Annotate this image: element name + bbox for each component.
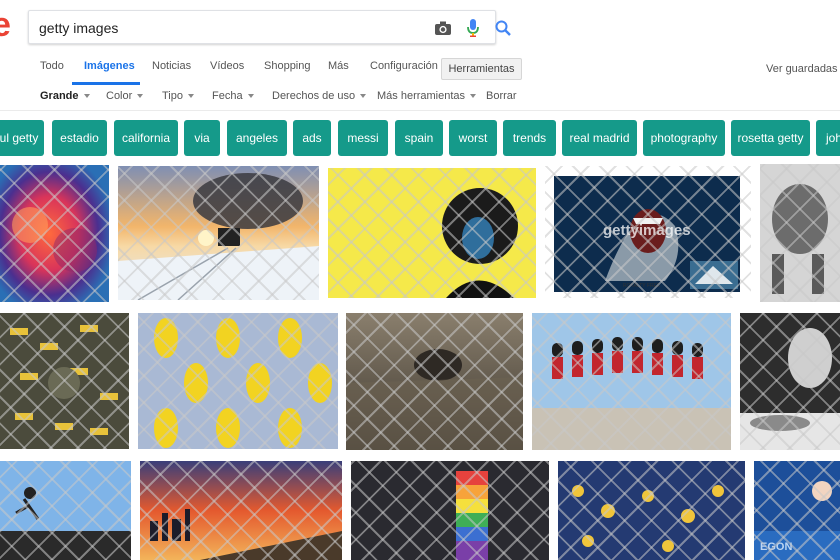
image-result-color-explosion[interactable] bbox=[0, 165, 109, 302]
tab-mas[interactable]: Más bbox=[328, 60, 349, 72]
tab-configuracion[interactable]: Configuración bbox=[370, 60, 438, 72]
watermark: gettyimages bbox=[603, 222, 691, 239]
mic-icon[interactable] bbox=[463, 18, 483, 38]
tab-todo[interactable]: Todo bbox=[40, 60, 64, 72]
chip-via[interactable]: via bbox=[184, 120, 220, 156]
chip-angeles[interactable]: angeles bbox=[227, 120, 287, 156]
image-result-tennis[interactable]: EGON bbox=[754, 461, 840, 560]
search-box bbox=[28, 10, 511, 44]
chip-worst[interactable]: worst bbox=[449, 120, 497, 156]
image-result-sepia-swimmer[interactable] bbox=[346, 313, 523, 450]
image-result-shark[interactable]: gettyimages ROYALTY FREE bbox=[545, 166, 751, 298]
related-searches-chips: ul getty estadio california via angeles … bbox=[0, 120, 840, 158]
chip-real-madrid[interactable]: real madrid bbox=[562, 120, 637, 156]
image-result-boxing-match[interactable] bbox=[740, 313, 840, 450]
image-result-woman-afro-yellow[interactable] bbox=[328, 168, 536, 298]
active-tab-indicator bbox=[72, 82, 140, 85]
filter-type[interactable]: Tipo bbox=[162, 90, 194, 102]
tab-shopping[interactable]: Shopping bbox=[264, 60, 311, 72]
google-logo-fragment[interactable]: e bbox=[0, 12, 16, 42]
chip-ads[interactable]: ads bbox=[293, 120, 331, 156]
image-result-bananas-pattern[interactable] bbox=[138, 313, 338, 449]
image-result-city-sunset[interactable] bbox=[140, 461, 342, 560]
image-result-traffic-aerial[interactable] bbox=[0, 313, 129, 449]
filter-color[interactable]: Color bbox=[106, 90, 144, 102]
chip-ul-getty[interactable]: ul getty bbox=[0, 120, 44, 156]
camera-icon[interactable] bbox=[433, 18, 453, 38]
search-input[interactable] bbox=[39, 17, 379, 39]
image-result-stadium-crowd[interactable] bbox=[558, 461, 745, 560]
chevron-down-icon bbox=[83, 94, 90, 99]
image-result-jumping-person[interactable] bbox=[0, 461, 131, 560]
chip-trends[interactable]: trends bbox=[503, 120, 556, 156]
chevron-down-icon bbox=[188, 94, 194, 99]
chevron-down-icon bbox=[247, 94, 254, 99]
image-result-vintage-boxing[interactable] bbox=[760, 164, 840, 302]
filter-usage-rights[interactable]: Derechos de uso bbox=[272, 90, 367, 102]
filter-more-tools[interactable]: Más herramientas bbox=[377, 90, 477, 102]
filter-date[interactable]: Fecha bbox=[212, 90, 254, 102]
tools-button[interactable]: Herramientas bbox=[441, 58, 522, 80]
image-result-rainbow-fist[interactable] bbox=[351, 461, 549, 560]
image-caption: ROYALTY FREE bbox=[623, 283, 661, 289]
chip-photography[interactable]: photography bbox=[643, 120, 725, 156]
chip-rosetta-getty[interactable]: rosetta getty bbox=[731, 120, 810, 156]
tab-videos[interactable]: Vídeos bbox=[210, 60, 244, 72]
chip-spain[interactable]: spain bbox=[395, 120, 443, 156]
filter-size[interactable]: Grande bbox=[40, 90, 90, 102]
chevron-down-icon bbox=[470, 94, 477, 99]
search-tabs: Todo Imágenes Noticias Vídeos Shopping M… bbox=[0, 56, 840, 85]
chip-joh[interactable]: joh bbox=[816, 120, 840, 156]
divider bbox=[0, 110, 840, 111]
chevron-down-icon bbox=[360, 94, 367, 99]
search-icon[interactable] bbox=[493, 18, 513, 38]
chip-california[interactable]: california bbox=[114, 120, 178, 156]
tab-imagenes[interactable]: Imágenes bbox=[84, 60, 135, 72]
tab-noticias[interactable]: Noticias bbox=[152, 60, 191, 72]
filter-clear[interactable]: Borrar bbox=[486, 90, 517, 102]
chip-messi[interactable]: messi bbox=[338, 120, 388, 156]
filter-bar: Grande Color Tipo Fecha Derechos de uso … bbox=[0, 88, 840, 108]
image-overlay-text: EGON bbox=[760, 541, 793, 553]
image-result-guards-parade[interactable] bbox=[532, 313, 731, 450]
chip-estadio[interactable]: estadio bbox=[52, 120, 107, 156]
chevron-down-icon bbox=[137, 94, 144, 99]
image-result-steam-train-snow[interactable] bbox=[118, 166, 319, 300]
saved-link[interactable]: Ver guardadas bbox=[766, 63, 838, 75]
